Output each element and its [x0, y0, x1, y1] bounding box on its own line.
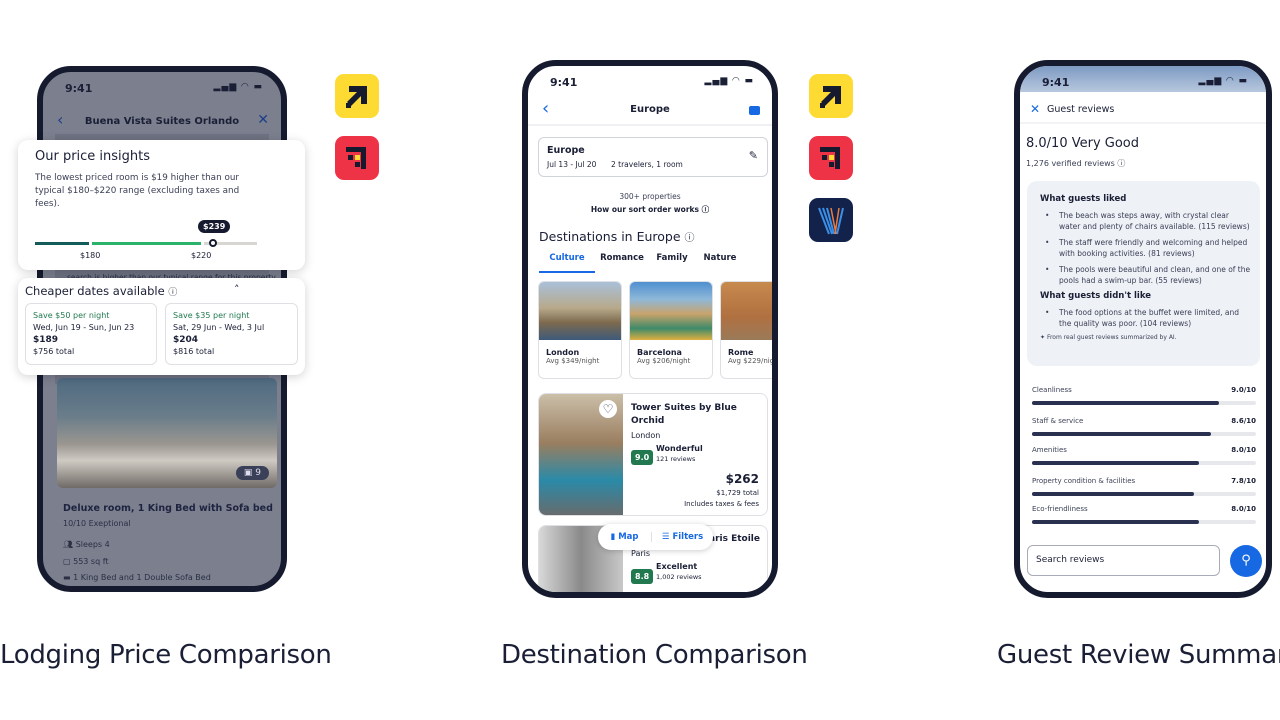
category-bar-fill: [1032, 461, 1199, 465]
search-button[interactable]: ⚲: [1230, 545, 1262, 577]
edit-pencil-icon[interactable]: ✎: [749, 149, 758, 162]
section-title: Destinations in Europe: [539, 229, 681, 244]
map-filters-pill: ▮ Map ☰ Filters: [598, 524, 713, 550]
category-score: 8.0/10: [1231, 505, 1256, 513]
caption-destination: Destination Comparison: [501, 640, 808, 670]
price-insights-card: Our price insights The lowest priced roo…: [18, 140, 305, 270]
expedia-icon: [335, 74, 379, 118]
status-bar: 9:41 ▂▄▆ ◠ ▬: [1020, 66, 1266, 92]
area-icon: ▢: [63, 556, 71, 566]
page-title: Guest reviews: [1047, 104, 1115, 115]
tab-family[interactable]: Family: [649, 253, 695, 273]
info-icon[interactable]: ⓘ: [168, 288, 177, 298]
hotels-com-icon: [809, 136, 853, 180]
vrbo-icon: [809, 198, 853, 242]
page-title: Europe: [630, 104, 670, 115]
category-score: 8.0/10: [1231, 446, 1256, 454]
tab-romance[interactable]: Romance: [595, 253, 649, 273]
hotel-title: Buena Vista Suites Orlando: [84, 116, 240, 127]
tab-nature[interactable]: Nature: [695, 253, 745, 273]
category-bar-fill: [1032, 520, 1199, 524]
room-photo: ▣ 9: [57, 378, 277, 488]
phone-reviews: 9:41 ▂▄▆ ◠ ▬ ✕ Guest reviews 8.0/10 Very …: [1014, 60, 1272, 598]
caption-lodging: Lodging Price Comparison: [0, 640, 332, 670]
trips-briefcase-icon[interactable]: [749, 106, 760, 115]
category-label: Amenities: [1032, 446, 1067, 454]
feature-beds: ▬ 1 King Bed and 1 Double Sofa Bed: [63, 573, 211, 582]
category-bar-fill: [1032, 432, 1212, 436]
category-score: 7.8/10: [1231, 477, 1256, 485]
filters-icon: ☰: [661, 532, 670, 542]
destination-card-london[interactable]: London Avg $349/night: [538, 281, 622, 379]
photo-count-badge[interactable]: ▣ 9: [235, 466, 269, 480]
category-label: Cleanliness: [1032, 386, 1072, 394]
rome-photo: [721, 282, 772, 340]
ai-summary-panel: What guests liked The beach was steps aw…: [1027, 181, 1260, 366]
ai-sparkle-icon: ✦: [1040, 334, 1046, 341]
tab-culture[interactable]: Culture: [539, 253, 595, 273]
status-bar: 9:41 ▂▄▆ ◠ ▬: [550, 76, 754, 89]
favorite-heart-icon[interactable]: ♡: [599, 400, 617, 418]
london-photo: [539, 282, 621, 340]
signal-wifi-battery-icon: ▂▄▆ ◠ ▬: [1198, 76, 1248, 86]
hotels-com-icon: [335, 136, 379, 180]
date-option-1[interactable]: Save $50 per night Wed, Jun 19 - Sun, Ju…: [25, 303, 157, 365]
category-score: 8.6/10: [1231, 417, 1256, 425]
people-icon: 👥︎: [63, 540, 74, 549]
phone-destinations: 9:41 ▂▄▆ ◠ ▬ ‹ Europe Europe Jul 13 - Jul…: [522, 60, 778, 598]
price-insights-body: The lowest priced room is $19 higher tha…: [35, 173, 240, 209]
property-count: 300+ properties: [619, 192, 681, 201]
price-insights-title: Our price insights: [35, 149, 151, 164]
search-summary[interactable]: Europe Jul 13 - Jul 20 2 travelers, 1 ro…: [538, 137, 768, 177]
filters-button[interactable]: ☰ Filters: [652, 532, 713, 542]
feature-size: ▢ 553 sq ft: [63, 556, 109, 566]
collapse-chevron-icon[interactable]: ˄: [234, 283, 240, 296]
overall-score: 8.0/10 Very Good: [1026, 136, 1140, 151]
category-score: 9.0/10: [1231, 386, 1256, 394]
category-bar: [1032, 401, 1256, 405]
signal-wifi-battery-icon: ▂▄▆ ◠ ▬: [213, 82, 263, 92]
current-price-bubble: $239: [198, 220, 231, 233]
info-icon: ⓘ: [701, 205, 710, 214]
range-high-label: $220: [191, 251, 212, 260]
status-bar: 9:41 ▂▄▆ ◠ ▬: [65, 82, 263, 95]
hotel-card-tower-suites[interactable]: ♡ Tower Suites by Blue Orchid London 9.0…: [538, 393, 768, 516]
category-bar: [1032, 432, 1256, 436]
room-rating: 10/10 Exeptional: [63, 519, 131, 528]
date-option-2[interactable]: Save $35 per night Sat, 29 Jun - Wed, 3 …: [165, 303, 298, 365]
map-icon: ▮: [610, 532, 616, 542]
category-bar: [1032, 461, 1256, 465]
cheaper-dates-title: Cheaper dates available: [25, 284, 165, 298]
category-label: Property condition & facilities: [1032, 477, 1136, 485]
category-label: Staff & service: [1032, 417, 1084, 425]
verified-count: 1,276 verified reviews: [1026, 159, 1115, 168]
caption-reviews: Guest Review Summary: [997, 640, 1280, 670]
category-bar: [1032, 492, 1256, 496]
score-badge: 8.8: [631, 569, 654, 584]
close-icon[interactable]: ✕: [257, 112, 269, 128]
score-badge: 9.0: [631, 450, 654, 465]
expedia-icon: [809, 74, 853, 118]
destination-card-rome[interactable]: Rome Avg $229/night: [720, 281, 772, 379]
barcelona-photo: [630, 282, 712, 340]
bed-icon: ▬: [63, 573, 71, 582]
search-reviews-input[interactable]: Search reviews: [1027, 545, 1220, 576]
feature-sleeps: 👥︎ Sleeps 4: [63, 540, 110, 549]
destination-card-barcelona[interactable]: Barcelona Avg $206/night: [629, 281, 713, 379]
category-bar: [1032, 520, 1256, 524]
info-icon[interactable]: ⓘ: [1117, 159, 1125, 168]
cheaper-dates-card: Cheaper dates available ⓘ ˄ Save $50 per…: [18, 278, 305, 375]
sort-order-link[interactable]: How our sort order works ⓘ: [528, 204, 772, 215]
price-marker: [209, 239, 217, 247]
search-icon: ⚲: [1241, 553, 1251, 568]
info-icon[interactable]: ⓘ: [685, 233, 695, 244]
range-low-label: $180: [80, 251, 101, 260]
map-button[interactable]: ▮ Map: [598, 532, 652, 542]
category-bar-fill: [1032, 401, 1220, 405]
room-name: Deluxe room, 1 King Bed with Sofa bed: [63, 503, 273, 514]
signal-wifi-battery-icon: ▂▄▆ ◠ ▬: [704, 76, 754, 86]
category-bar-fill: [1032, 492, 1195, 496]
category-label: Eco-friendliness: [1032, 505, 1088, 513]
close-icon[interactable]: ✕: [1030, 102, 1040, 116]
